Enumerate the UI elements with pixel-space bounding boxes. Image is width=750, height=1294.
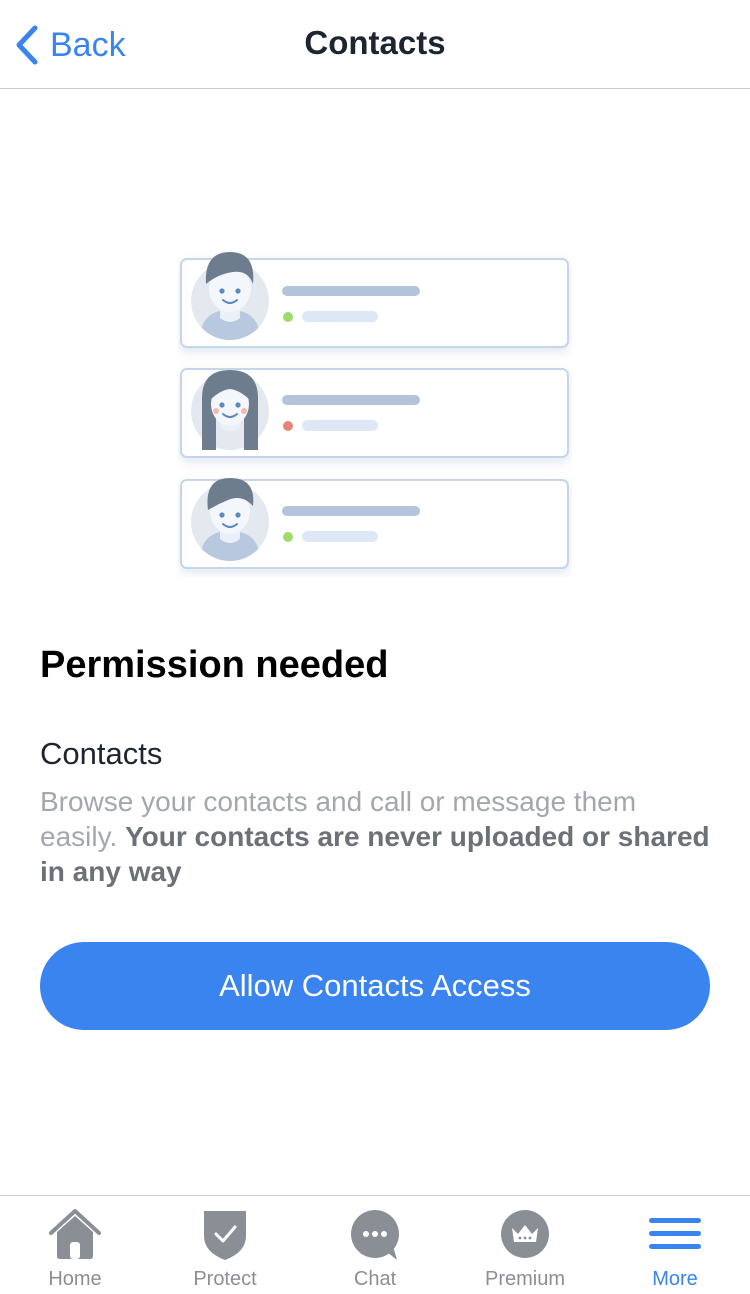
tab-premium[interactable]: Premium: [450, 1196, 600, 1294]
page-title: Contacts: [304, 24, 446, 61]
tab-more[interactable]: More: [600, 1196, 750, 1294]
permission-title: Permission needed: [40, 644, 389, 686]
allow-contacts-access-button[interactable]: Allow Contacts Access: [40, 942, 710, 1030]
chat-icon: [351, 1210, 399, 1260]
tab-protect[interactable]: Protect: [150, 1196, 300, 1294]
description-privacy-note: Your contacts are never uploaded or shar…: [40, 821, 710, 887]
tab-label: Home: [48, 1268, 102, 1290]
navigation-bar: Back Contacts: [0, 0, 750, 89]
contact-card: [180, 478, 569, 569]
menu-icon: [649, 1218, 701, 1249]
tab-label: Chat: [353, 1268, 397, 1290]
tab-label: Protect: [193, 1268, 257, 1290]
tab-home[interactable]: Home: [0, 1196, 150, 1294]
tab-label: Premium: [484, 1268, 565, 1290]
contact-card: [180, 368, 569, 458]
home-icon: [49, 1209, 101, 1259]
contacts-illustration: [178, 248, 572, 578]
permission-description: Browse your contacts and call or message…: [40, 784, 720, 889]
permission-subtitle: Contacts: [40, 736, 163, 771]
tab-bar: Home Protect Chat Premium More: [0, 1195, 750, 1294]
contact-card: [180, 252, 569, 348]
crown-icon: [501, 1210, 549, 1258]
tab-label: More: [652, 1268, 698, 1290]
contacts-permission-screen: Back Contacts Permission needed Contacts…: [0, 0, 750, 1294]
tab-chat[interactable]: Chat: [300, 1196, 450, 1294]
shield-icon: [204, 1211, 246, 1260]
